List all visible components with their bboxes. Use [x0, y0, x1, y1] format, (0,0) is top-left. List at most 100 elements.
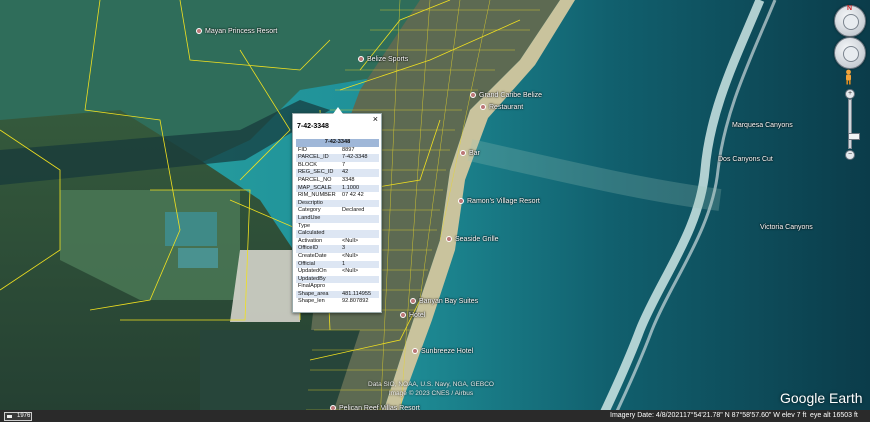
zoom-out-button[interactable]: − [845, 150, 855, 160]
reef-label: Dos Canyons Cut [718, 156, 773, 163]
zoom-slider[interactable]: + − [845, 89, 860, 160]
attribute-key: CreateDate [298, 252, 327, 259]
place-label[interactable]: Ramon's Village Resort [458, 198, 540, 205]
attribute-value [340, 223, 379, 231]
attribute-row: Calculated [296, 230, 379, 238]
attribute-key: PARCEL_ID [296, 154, 340, 162]
attribute-key: Shape_area [296, 290, 340, 299]
attribute-key: FID [298, 146, 308, 153]
attribute-value [340, 214, 379, 223]
attribute-row: Descriptio [296, 199, 379, 208]
attribute-key: Activation [298, 237, 323, 244]
north-indicator: N [847, 5, 853, 12]
attribute-value: 7 [342, 161, 346, 168]
move-joystick[interactable] [843, 46, 859, 62]
attribute-row: PARCEL_NO 3348 [296, 177, 379, 185]
place-label[interactable]: Mayan Princess Resort [196, 28, 277, 35]
marina-docks [230, 250, 300, 322]
attribute-value: <Null> [342, 237, 359, 244]
place-label[interactable]: Grand Caribe Belize [470, 92, 542, 99]
attribute-row: MAP_SCALE 1.1000 [296, 184, 379, 193]
look-compass-icon[interactable]: N [834, 5, 866, 37]
attribute-value: 92.807892 [342, 298, 369, 305]
attribute-key: Type [298, 222, 311, 229]
popup-title: 7-42-3348 [297, 123, 329, 130]
coordinates-readout: 17°54'21.78" N 87°58'57.60" W elev 7 ft [683, 412, 807, 419]
scale-text: 1976 [17, 413, 31, 419]
look-joystick[interactable] [843, 14, 859, 30]
attribute-value: 481.114955 [340, 290, 379, 299]
attribute-row: UpdatedBy [296, 275, 379, 284]
attribute-value: 1 [340, 260, 379, 269]
attribute-value [340, 199, 379, 208]
attribute-row: Activation <Null> [296, 238, 379, 246]
place-label[interactable]: Seaside Grille [446, 236, 499, 243]
attribute-key: REG_SEC_ID [296, 169, 340, 177]
historical-imagery-indicator[interactable]: 1976 [4, 412, 32, 421]
place-label[interactable]: Banyan Bay Suites [410, 298, 478, 305]
attribute-key: MAP_SCALE [296, 184, 340, 193]
parcel-info-popup[interactable]: 7-42-3348 × 7-42-3348 FID 8897 PARCEL_ID 7-… [292, 107, 382, 313]
attribute-value: 3348 [342, 176, 355, 183]
attribute-value: 8897 [342, 146, 355, 153]
attribute-key: Official [296, 260, 340, 269]
attribute-row: PARCEL_ID 7-42-3348 [296, 154, 379, 162]
attribute-table: 7-42-3348 FID 8897 PARCEL_ID 7-42-3348 BLOCK… [296, 139, 379, 306]
attribute-value [340, 275, 379, 284]
attribute-value: 1.1000 [340, 184, 379, 193]
attribute-key: Descriptio [296, 199, 340, 208]
google-earth-logo: Google Earth [780, 390, 863, 406]
attribute-key: RIM_NUMBER [298, 192, 336, 199]
navigation-controls[interactable]: N + − [832, 5, 866, 160]
zoom-thumb[interactable] [848, 133, 860, 140]
attribute-key: Calculated [296, 230, 340, 238]
move-joystick-icon[interactable] [834, 37, 866, 69]
attribute-row: Shape_len 92.807892 [296, 298, 379, 306]
attribute-table-title: 7-42-3348 [296, 139, 379, 147]
attribution-line: Data SIO, NOAA, U.S. Navy, NGA, GEBCO [368, 381, 494, 388]
attribute-row: UpdatedOn <Null> [296, 268, 379, 276]
attribute-value: 07 42 42 [342, 192, 364, 199]
attribution-line: Image © 2023 CNES / Airbus [388, 390, 474, 397]
place-label[interactable]: Bar [460, 150, 480, 157]
attribute-key: Category [298, 207, 321, 214]
attribute-key: PARCEL_NO [298, 176, 332, 183]
attribute-row: BLOCK 7 [296, 162, 379, 170]
reef-label: Marquesa Canyons [732, 122, 793, 129]
attribute-row: CreateDate <Null> [296, 253, 379, 261]
attribute-value: 42 [340, 169, 379, 177]
status-bar: 1976 Imagery Date: 4/8/2021 17°54'21.78"… [0, 410, 870, 422]
place-label[interactable]: Hotel [400, 312, 425, 319]
attribute-rows: FID 8897 PARCEL_ID 7-42-3348 BLOCK 7 REG_SEC_I… [296, 147, 379, 306]
street-view-pegman-icon[interactable] [844, 69, 853, 85]
attribute-row: FID 8897 [296, 147, 379, 155]
attribute-key: OfficeID [296, 245, 340, 253]
eye-altitude: eye alt 16503 ft [810, 412, 858, 419]
attribute-value [340, 283, 379, 291]
zoom-in-button[interactable]: + [845, 89, 855, 99]
place-label[interactable]: Sunbreeze Hotel [412, 348, 473, 355]
attribute-table-header: 7-42-3348 [296, 139, 379, 147]
attribute-key: Shape_len [298, 298, 325, 305]
attribute-row: RIM_NUMBER 07 42 42 [296, 192, 379, 200]
place-label[interactable]: Restaurant [480, 104, 523, 111]
attribute-value: <Null> [342, 268, 359, 275]
zoom-track[interactable] [848, 99, 860, 149]
satellite-map[interactable] [0, 0, 870, 422]
attribute-row: FinalAppro [296, 283, 379, 291]
place-label[interactable]: Belize Sports [358, 56, 408, 63]
close-icon[interactable]: × [373, 115, 378, 124]
attribute-key: UpdatedOn [298, 268, 327, 275]
attribute-value: 7-42-3348 [340, 154, 379, 162]
attribute-value: 3 [340, 245, 379, 253]
attribute-value: Declared [342, 207, 365, 214]
attribute-key: LandUse [296, 214, 340, 223]
imagery-attribution: Data SIO, NOAA, U.S. Navy, NGA, GEBCO Im… [368, 380, 494, 398]
pond-1 [165, 212, 217, 246]
attribute-row: Shape_area 481.114955 [296, 290, 379, 299]
attribute-row: REG_SEC_ID 42 [296, 169, 379, 177]
attribute-value: <Null> [342, 252, 359, 259]
attribute-value [340, 230, 379, 238]
attribute-row: OfficeID 3 [296, 245, 379, 253]
popup-pointer [333, 107, 343, 114]
